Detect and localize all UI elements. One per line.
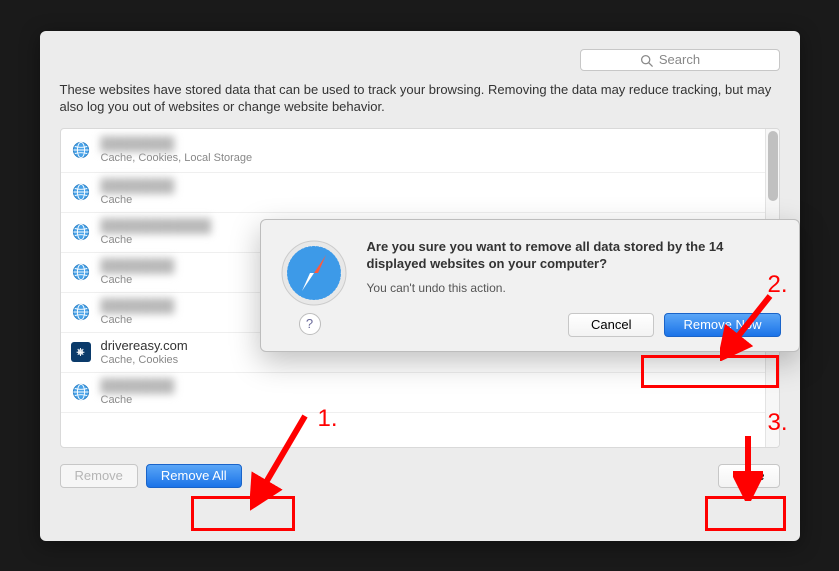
remove-all-button[interactable]: Remove All bbox=[146, 464, 242, 488]
data-types: Cache bbox=[101, 314, 175, 326]
topbar bbox=[60, 49, 780, 71]
annotation-box-3 bbox=[705, 496, 786, 531]
help-button[interactable]: ? bbox=[299, 313, 321, 335]
globe-icon bbox=[71, 182, 91, 202]
domain-name: ████████ bbox=[101, 378, 175, 393]
data-types: Cache bbox=[101, 274, 175, 286]
bottombar: Remove Remove All Done bbox=[60, 464, 780, 488]
dialog-title: Are you sure you want to remove all data… bbox=[367, 238, 781, 273]
scrollbar-thumb[interactable] bbox=[768, 131, 778, 201]
data-types: Cache, Cookies bbox=[101, 354, 188, 366]
drivereasy-icon: ⎈ bbox=[71, 342, 91, 362]
globe-icon bbox=[71, 302, 91, 322]
globe-icon bbox=[71, 262, 91, 282]
cancel-button[interactable]: Cancel bbox=[568, 313, 654, 337]
safari-icon bbox=[279, 238, 349, 308]
list-item[interactable]: ████████ Cache, Cookies, Local Storage bbox=[61, 129, 765, 173]
domain-name: ████████████ bbox=[101, 218, 212, 233]
privacy-window: These websites have stored data that can… bbox=[40, 31, 800, 541]
domain-name: ████████ bbox=[101, 136, 253, 151]
domain-name: ████████ bbox=[101, 178, 175, 193]
search-wrap bbox=[580, 49, 780, 71]
list-item[interactable]: ████████ Cache bbox=[61, 173, 765, 213]
annotation-box-1 bbox=[191, 496, 295, 531]
data-types: Cache bbox=[101, 234, 212, 246]
confirm-dialog: Are you sure you want to remove all data… bbox=[260, 219, 800, 352]
data-types: Cache bbox=[101, 194, 175, 206]
data-types: Cache, Cookies, Local Storage bbox=[101, 152, 253, 164]
done-button[interactable]: Done bbox=[718, 464, 779, 488]
list-item[interactable]: ████████ Cache bbox=[61, 373, 765, 413]
globe-icon bbox=[71, 222, 91, 242]
dialog-subtitle: You can't undo this action. bbox=[367, 281, 781, 295]
description-text: These websites have stored data that can… bbox=[60, 81, 780, 116]
remove-now-button[interactable]: Remove Now bbox=[664, 313, 780, 337]
search-input[interactable] bbox=[580, 49, 780, 71]
domain-name: drivereasy.com bbox=[101, 338, 188, 353]
globe-icon bbox=[71, 140, 91, 160]
domain-name: ████████ bbox=[101, 258, 175, 273]
remove-button: Remove bbox=[60, 464, 138, 488]
globe-icon bbox=[71, 382, 91, 402]
data-types: Cache bbox=[101, 394, 175, 406]
domain-name: ████████ bbox=[101, 298, 175, 313]
